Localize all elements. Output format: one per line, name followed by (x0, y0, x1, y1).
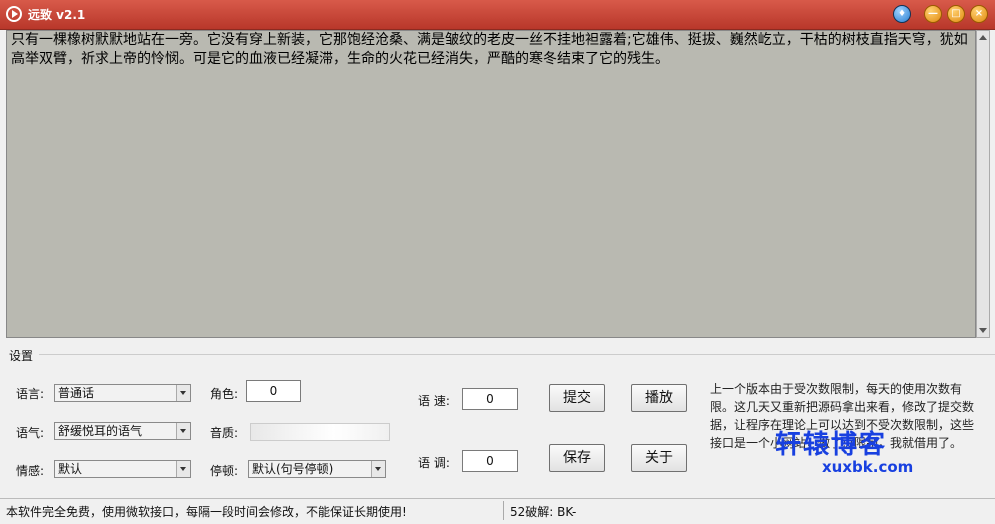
tone-label: 语气: (16, 426, 45, 440)
group-divider (39, 354, 995, 355)
pause-select[interactable]: 默认(句号停顿) (248, 460, 386, 478)
chevron-down-icon[interactable] (371, 461, 385, 477)
maximize-button[interactable] (947, 5, 965, 23)
minimize-button[interactable] (924, 5, 942, 23)
submit-button[interactable]: 提交 (549, 384, 605, 412)
status-divider (503, 501, 504, 520)
app-play-icon (6, 6, 22, 22)
status-bar: 本软件完全免费，使用微软接口，每隔一段时间会修改，不能保证长期使用! 52破解:… (0, 498, 995, 524)
scroll-down-icon[interactable] (979, 328, 987, 333)
chevron-down-icon[interactable] (176, 423, 190, 439)
scroll-up-icon[interactable] (979, 35, 987, 40)
emotion-select[interactable]: 默认 (54, 460, 191, 478)
watermark-logo: 轩辕博客 (775, 430, 888, 460)
pause-label: 停顿: (210, 464, 239, 478)
chevron-down-icon[interactable] (176, 385, 190, 401)
quality-field-obscured (250, 423, 390, 441)
pitch-input[interactable]: 0 (462, 450, 518, 472)
tone-value: 舒缓悦耳的语气 (58, 424, 143, 438)
speed-input[interactable]: 0 (462, 388, 518, 410)
role-label: 角色: (210, 387, 239, 401)
save-button[interactable]: 保存 (549, 444, 605, 472)
settings-group-label: 设置 (9, 349, 34, 363)
role-input[interactable]: 0 (246, 380, 301, 402)
watermark-url: xuxbk.com (822, 458, 914, 476)
speed-label: 语 速: (418, 394, 450, 408)
language-value: 普通话 (58, 386, 95, 400)
about-button[interactable]: 关于 (631, 444, 687, 472)
play-button[interactable]: 播放 (631, 384, 687, 412)
editor-text: 只有一棵橡树默默地站在一旁。它没有穿上新装，它那饱经沧桑、满是皱纹的老皮一丝不挂… (11, 32, 968, 67)
skin-icon[interactable] (893, 5, 911, 23)
language-select[interactable]: 普通话 (54, 384, 191, 402)
window-title: 远致 v2.1 (28, 8, 86, 22)
emotion-value: 默认 (58, 462, 83, 476)
chevron-down-icon[interactable] (176, 461, 190, 477)
text-editor[interactable]: 只有一棵橡树默默地站在一旁。它没有穿上新装，它那饱经沧桑、满是皱纹的老皮一丝不挂… (6, 30, 976, 338)
close-button[interactable] (970, 5, 988, 23)
tone-select[interactable]: 舒缓悦耳的语气 (54, 422, 191, 440)
title-bar: 远致 v2.1 (0, 0, 995, 30)
emotion-label: 情感: (16, 464, 45, 478)
quality-label: 音质: (210, 426, 239, 440)
language-label: 语言: (16, 387, 45, 401)
pause-value: 默认(句号停顿) (252, 462, 334, 476)
pitch-label: 语 调: (418, 456, 450, 470)
status-left-text: 本软件完全免费，使用微软接口，每隔一段时间会修改，不能保证长期使用! (6, 505, 407, 519)
vertical-scrollbar[interactable] (976, 30, 990, 338)
status-right-text: 52破解: BK- (510, 505, 577, 519)
